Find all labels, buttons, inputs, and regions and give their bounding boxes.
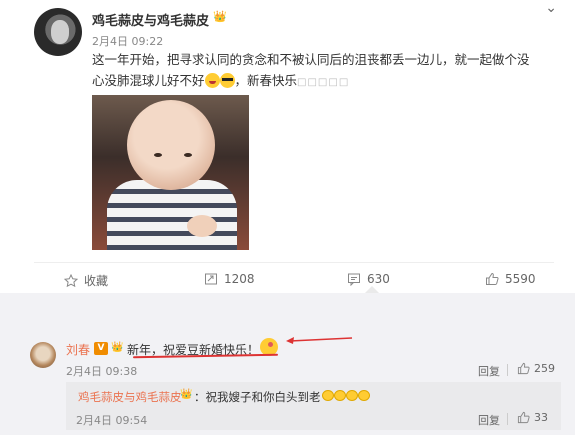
reply-text: ：祝我嫂子和你白头到老 xyxy=(194,390,321,404)
reply-author-name[interactable]: 鸡毛蒜皮与鸡毛蒜皮 xyxy=(78,389,182,405)
comment-like-count: 259 xyxy=(534,362,555,375)
vip-crown-icon: 👑 xyxy=(111,342,124,353)
reply-time: 2月4日 09:54 xyxy=(76,414,148,427)
comment-pointer xyxy=(365,286,379,293)
emoji-row xyxy=(322,390,370,401)
vip-crown-icon: 👑 xyxy=(213,10,227,23)
comment-reply-button[interactable]: 回复 xyxy=(478,363,500,379)
favorite-button[interactable]: 收藏 xyxy=(64,272,108,289)
post-photo-baby[interactable] xyxy=(92,95,249,250)
emoji-icon xyxy=(358,390,370,401)
thumbs-up-icon xyxy=(517,411,530,424)
thumbs-up-icon xyxy=(486,272,499,285)
author-name[interactable]: 鸡毛蒜皮与鸡毛蒜皮 xyxy=(92,10,209,29)
unrendered-glyphs: □□□□□ xyxy=(297,77,350,88)
comment-icon xyxy=(348,273,360,286)
emoji-icon xyxy=(346,390,358,401)
post-content: 这一年开始，把寻求认同的贪念和不被认同后的沮丧都丢一边儿，就一起做个没 心没肺混… xyxy=(92,49,552,93)
annotation-arrow-icon xyxy=(286,337,353,344)
thumbs-up-icon xyxy=(517,362,530,375)
comment-button[interactable]: 630 xyxy=(347,272,390,286)
post-time[interactable]: 2月4日 09:22 xyxy=(92,33,163,49)
content-line-2: 心没肺混球儿好不好 xyxy=(92,73,205,88)
like-button[interactable]: 5590 xyxy=(485,272,536,286)
vip-crown-icon: 👑 xyxy=(180,389,193,400)
author-avatar[interactable] xyxy=(34,8,82,56)
reply-like-button[interactable]: 33 xyxy=(517,411,548,424)
verified-badge-icon: V xyxy=(94,342,108,355)
comment-count: 630 xyxy=(367,272,390,286)
divider xyxy=(507,364,508,376)
star-icon xyxy=(64,273,78,287)
chevron-down-icon[interactable]: ⌄ xyxy=(545,0,557,16)
emoji-icon xyxy=(322,390,334,401)
emoji-icon xyxy=(334,390,346,401)
reply-like-count: 33 xyxy=(534,411,548,424)
weibo-post: 鸡毛蒜皮与鸡毛蒜皮 👑 2月4日 09:22 ⌄ 这一年开始，把寻求认同的贪念和… xyxy=(0,0,575,298)
reply-reply-button[interactable]: 回复 xyxy=(478,412,500,428)
nested-reply: 鸡毛蒜皮与鸡毛蒜皮 👑 ：祝我嫂子和你白头到老 2月4日 09:54 回复 33 xyxy=(66,382,561,430)
post-action-bar: 收藏 1208 630 5590 xyxy=(34,262,554,294)
commenter-name[interactable]: 刘春 xyxy=(66,341,90,358)
content-greeting: ，新春快乐 xyxy=(234,73,298,88)
comment-like-button[interactable]: 259 xyxy=(517,362,555,375)
commenter-avatar[interactable] xyxy=(30,342,56,368)
comment-section: 刘春 V 👑 新年，祝爱豆新婚快乐！ 2月4日 09:38 回复 259 鸡毛蒜… xyxy=(0,293,575,435)
repost-icon xyxy=(205,273,217,285)
laugh-emoji-icon xyxy=(204,73,220,88)
comment-time: 2月4日 09:38 xyxy=(66,365,138,378)
repost-count: 1208 xyxy=(224,272,255,286)
content-line-1: 这一年开始，把寻求认同的贪念和不被认同后的沮丧都丢一边儿，就一起做个没 xyxy=(92,52,530,67)
like-count: 5590 xyxy=(505,272,536,286)
favorite-label: 收藏 xyxy=(84,274,109,288)
sunglasses-emoji-icon xyxy=(219,73,235,88)
repost-button[interactable]: 1208 xyxy=(204,272,255,286)
divider xyxy=(507,413,508,425)
